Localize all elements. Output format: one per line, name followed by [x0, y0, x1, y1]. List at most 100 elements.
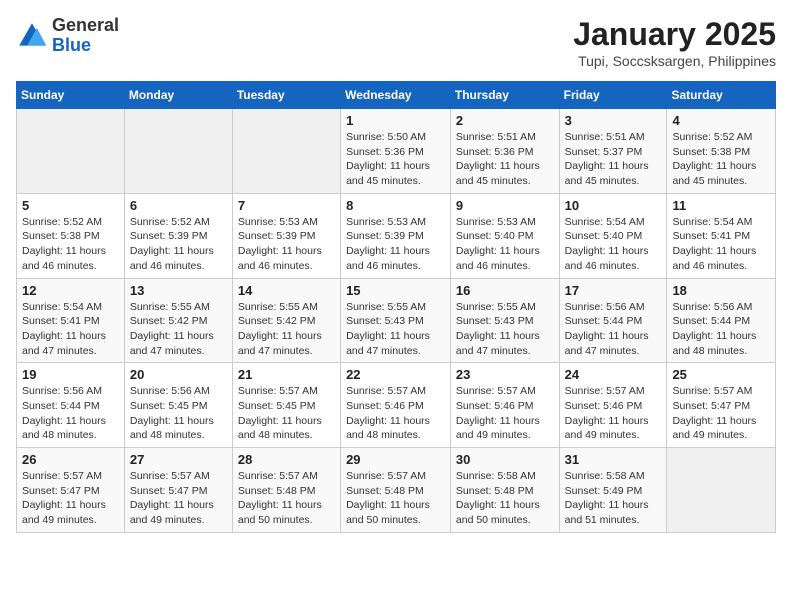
calendar-cell: [667, 448, 776, 533]
calendar-cell: 31 Sunrise: 5:58 AMSunset: 5:49 PMDayligh…: [559, 448, 667, 533]
day-info: Sunrise: 5:53 AMSunset: 5:40 PMDaylight:…: [456, 215, 554, 274]
calendar-cell: 21 Sunrise: 5:57 AMSunset: 5:45 PMDayligh…: [232, 363, 340, 448]
calendar-table: SundayMondayTuesdayWednesdayThursdayFrid…: [16, 81, 776, 533]
day-number: 20: [130, 367, 227, 382]
logo-icon: [16, 20, 48, 52]
day-number: 21: [238, 367, 335, 382]
day-number: 13: [130, 283, 227, 298]
day-info: Sunrise: 5:57 AMSunset: 5:46 PMDaylight:…: [456, 384, 554, 443]
day-info: Sunrise: 5:54 AMSunset: 5:41 PMDaylight:…: [22, 300, 119, 359]
calendar-week-row: 5 Sunrise: 5:52 AMSunset: 5:38 PMDaylight…: [17, 193, 776, 278]
day-info: Sunrise: 5:57 AMSunset: 5:45 PMDaylight:…: [238, 384, 335, 443]
day-info: Sunrise: 5:51 AMSunset: 5:37 PMDaylight:…: [565, 130, 662, 189]
calendar-week-row: 19 Sunrise: 5:56 AMSunset: 5:44 PMDayligh…: [17, 363, 776, 448]
day-number: 19: [22, 367, 119, 382]
calendar-cell: 16Sunrise: 5:55 AMSunset: 5:43 PMDayligh…: [450, 278, 559, 363]
day-info: Sunrise: 5:52 AMSunset: 5:39 PMDaylight:…: [130, 215, 227, 274]
calendar-cell: 11Sunrise: 5:54 AMSunset: 5:41 PMDayligh…: [667, 193, 776, 278]
calendar-cell: 14 Sunrise: 5:55 AMSunset: 5:42 PMDayligh…: [232, 278, 340, 363]
calendar-cell: 19 Sunrise: 5:56 AMSunset: 5:44 PMDayligh…: [17, 363, 125, 448]
day-number: 14: [238, 283, 335, 298]
weekday-header: Saturday: [667, 82, 776, 109]
calendar-cell: 25 Sunrise: 5:57 AMSunset: 5:47 PMDayligh…: [667, 363, 776, 448]
calendar-cell: 8 Sunrise: 5:53 AMSunset: 5:39 PMDaylight…: [341, 193, 451, 278]
day-info: Sunrise: 5:54 AMSunset: 5:40 PMDaylight:…: [565, 215, 662, 274]
calendar-cell: 7Sunrise: 5:53 AMSunset: 5:39 PMDaylight…: [232, 193, 340, 278]
calendar-cell: 13 Sunrise: 5:55 AMSunset: 5:42 PMDayligh…: [124, 278, 232, 363]
day-info: Sunrise: 5:54 AMSunset: 5:41 PMDaylight:…: [672, 215, 770, 274]
day-number: 9: [456, 198, 554, 213]
day-number: 26: [22, 452, 119, 467]
day-number: 7: [238, 198, 335, 213]
day-info: Sunrise: 5:53 AMSunset: 5:39 PMDaylight:…: [346, 215, 445, 274]
logo-text: General Blue: [52, 16, 119, 56]
day-info: Sunrise: 5:56 AMSunset: 5:44 PMDaylight:…: [672, 300, 770, 359]
calendar-cell: 20Sunrise: 5:56 AMSunset: 5:45 PMDayligh…: [124, 363, 232, 448]
day-info: Sunrise: 5:51 AMSunset: 5:36 PMDaylight:…: [456, 130, 554, 189]
calendar-cell: 4Sunrise: 5:52 AMSunset: 5:38 PMDaylight…: [667, 109, 776, 194]
calendar-cell: 9 Sunrise: 5:53 AMSunset: 5:40 PMDaylight…: [450, 193, 559, 278]
day-info: Sunrise: 5:57 AMSunset: 5:46 PMDaylight:…: [346, 384, 445, 443]
calendar-cell: 28 Sunrise: 5:57 AMSunset: 5:48 PMDayligh…: [232, 448, 340, 533]
day-info: Sunrise: 5:56 AMSunset: 5:44 PMDaylight:…: [22, 384, 119, 443]
calendar-cell: 27 Sunrise: 5:57 AMSunset: 5:47 PMDayligh…: [124, 448, 232, 533]
day-info: Sunrise: 5:57 AMSunset: 5:47 PMDaylight:…: [672, 384, 770, 443]
day-number: 17: [565, 283, 662, 298]
calendar-header-row: SundayMondayTuesdayWednesdayThursdayFrid…: [17, 82, 776, 109]
weekday-header: Thursday: [450, 82, 559, 109]
weekday-header: Sunday: [17, 82, 125, 109]
day-info: Sunrise: 5:55 AMSunset: 5:42 PMDaylight:…: [130, 300, 227, 359]
calendar-cell: 5 Sunrise: 5:52 AMSunset: 5:38 PMDaylight…: [17, 193, 125, 278]
day-number: 2: [456, 113, 554, 128]
day-info: Sunrise: 5:57 AMSunset: 5:47 PMDaylight:…: [22, 469, 119, 528]
day-number: 5: [22, 198, 119, 213]
page-header: General Blue January 2025 Tupi, Soccsksa…: [16, 16, 776, 69]
calendar-cell: 1 Sunrise: 5:50 AMSunset: 5:36 PMDaylight…: [341, 109, 451, 194]
day-number: 3: [565, 113, 662, 128]
day-info: Sunrise: 5:58 AMSunset: 5:49 PMDaylight:…: [565, 469, 662, 528]
day-number: 31: [565, 452, 662, 467]
day-number: 27: [130, 452, 227, 467]
weekday-header: Wednesday: [341, 82, 451, 109]
day-info: Sunrise: 5:52 AMSunset: 5:38 PMDaylight:…: [22, 215, 119, 274]
day-number: 15: [346, 283, 445, 298]
day-number: 24: [565, 367, 662, 382]
day-number: 28: [238, 452, 335, 467]
calendar-cell: 6 Sunrise: 5:52 AMSunset: 5:39 PMDaylight…: [124, 193, 232, 278]
location-subtitle: Tupi, Soccsksargen, Philippines: [573, 53, 776, 69]
day-number: 1: [346, 113, 445, 128]
calendar-cell: 2 Sunrise: 5:51 AMSunset: 5:36 PMDaylight…: [450, 109, 559, 194]
day-info: Sunrise: 5:50 AMSunset: 5:36 PMDaylight:…: [346, 130, 445, 189]
day-number: 8: [346, 198, 445, 213]
calendar-cell: 24Sunrise: 5:57 AMSunset: 5:46 PMDayligh…: [559, 363, 667, 448]
day-info: Sunrise: 5:57 AMSunset: 5:47 PMDaylight:…: [130, 469, 227, 528]
day-info: Sunrise: 5:55 AMSunset: 5:42 PMDaylight:…: [238, 300, 335, 359]
calendar-cell: 10 Sunrise: 5:54 AMSunset: 5:40 PMDayligh…: [559, 193, 667, 278]
weekday-header: Monday: [124, 82, 232, 109]
day-number: 23: [456, 367, 554, 382]
calendar-cell: 12Sunrise: 5:54 AMSunset: 5:41 PMDayligh…: [17, 278, 125, 363]
calendar-cell: 26 Sunrise: 5:57 AMSunset: 5:47 PMDayligh…: [17, 448, 125, 533]
calendar-cell: 23 Sunrise: 5:57 AMSunset: 5:46 PMDayligh…: [450, 363, 559, 448]
day-info: Sunrise: 5:55 AMSunset: 5:43 PMDaylight:…: [346, 300, 445, 359]
logo-blue: Blue: [52, 35, 91, 55]
day-number: 4: [672, 113, 770, 128]
day-info: Sunrise: 5:57 AMSunset: 5:48 PMDaylight:…: [238, 469, 335, 528]
calendar-cell: 17Sunrise: 5:56 AMSunset: 5:44 PMDayligh…: [559, 278, 667, 363]
calendar-cell: 30Sunrise: 5:58 AMSunset: 5:48 PMDayligh…: [450, 448, 559, 533]
calendar-week-row: 1 Sunrise: 5:50 AMSunset: 5:36 PMDaylight…: [17, 109, 776, 194]
logo-general: General: [52, 15, 119, 35]
logo: General Blue: [16, 16, 119, 56]
calendar-cell: [124, 109, 232, 194]
calendar-week-row: 12Sunrise: 5:54 AMSunset: 5:41 PMDayligh…: [17, 278, 776, 363]
day-number: 25: [672, 367, 770, 382]
calendar-cell: [232, 109, 340, 194]
calendar-cell: [17, 109, 125, 194]
month-title: January 2025: [573, 16, 776, 53]
calendar-cell: 15 Sunrise: 5:55 AMSunset: 5:43 PMDayligh…: [341, 278, 451, 363]
day-number: 10: [565, 198, 662, 213]
day-number: 6: [130, 198, 227, 213]
day-number: 22: [346, 367, 445, 382]
day-number: 30: [456, 452, 554, 467]
calendar-cell: 22 Sunrise: 5:57 AMSunset: 5:46 PMDayligh…: [341, 363, 451, 448]
